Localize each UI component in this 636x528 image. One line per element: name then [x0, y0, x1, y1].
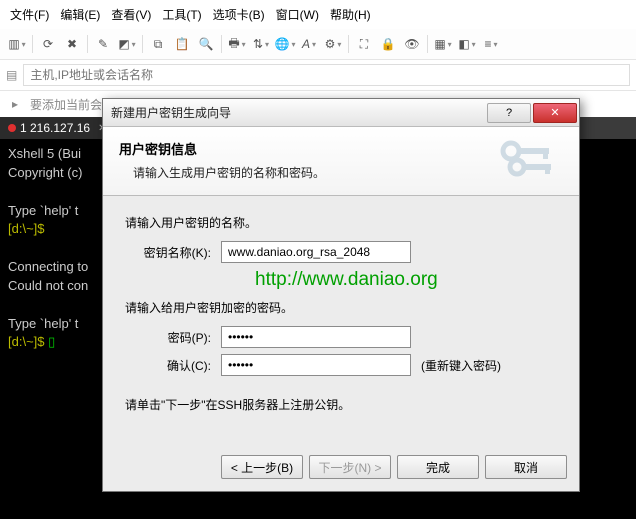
prompt-pass: 请输入给用户密钥加密的密码。 — [125, 299, 557, 316]
term-prompt: [d:\~]$ — [8, 334, 48, 349]
prompt-name: 请输入用户密钥的名称。 — [125, 214, 557, 231]
script-icon[interactable]: ⚙ — [322, 33, 344, 55]
cursor-icon: ▯ — [48, 334, 55, 349]
menu-window[interactable]: 窗口(W) — [272, 4, 323, 25]
address-bar: ▤ — [0, 60, 636, 91]
print-icon[interactable]: 🖶 — [226, 33, 248, 55]
menu-view[interactable]: 查看(V) — [107, 4, 155, 25]
globe-icon[interactable]: 🌐 — [274, 33, 296, 55]
new-session-icon[interactable]: ▥ — [6, 33, 28, 55]
menu-help[interactable]: 帮助(H) — [326, 4, 375, 25]
paste-icon[interactable]: 📋 — [171, 33, 193, 55]
dialog-body: 请输入用户密钥的名称。 密钥名称(K): http://www.daniao.o… — [103, 196, 579, 447]
eye-icon[interactable]: 👁 — [401, 33, 423, 55]
disconnect-icon[interactable]: ✖ — [61, 33, 83, 55]
layout-icon[interactable]: ▦ — [432, 33, 454, 55]
dialog-title: 新建用户密钥生成向导 — [111, 104, 485, 121]
add-session-icon[interactable]: ▸ — [6, 95, 24, 113]
finish-button[interactable]: 完成 — [397, 455, 479, 479]
info-text: 请单击"下一步"在SSH服务器上注册公钥。 — [125, 396, 557, 413]
dialog-titlebar[interactable]: 新建用户密钥生成向导 ? ✕ — [103, 99, 579, 127]
lock-icon[interactable]: 🔒 — [377, 33, 399, 55]
session-tab[interactable]: 1 216.127.16 ✕ — [0, 117, 116, 139]
menu-file[interactable]: 文件(F) — [6, 4, 53, 25]
toolbar: ▥ ⟳ ✖ ✎ ◩ ⧉ 📋 🔍 🖶 ⇅ 🌐 A ⚙ ⛶ 🔒 👁 ▦ ◧ ≡ — [0, 29, 636, 60]
back-button[interactable]: < 上一步(B) — [221, 455, 303, 479]
fullscreen-icon[interactable]: ⛶ — [353, 33, 375, 55]
menubar: 文件(F) 编辑(E) 查看(V) 工具(T) 选项卡(B) 窗口(W) 帮助(… — [0, 0, 636, 29]
transfer-icon[interactable]: ⇅ — [250, 33, 272, 55]
color-icon[interactable]: ◩ — [116, 33, 138, 55]
find-icon[interactable]: 🔍 — [195, 33, 217, 55]
reconnect-icon[interactable]: ⟳ — [37, 33, 59, 55]
label-password: 密码(P): — [125, 329, 221, 346]
tab-label: 1 216.127.16 — [20, 121, 90, 135]
font-icon[interactable]: A — [298, 33, 320, 55]
help-button[interactable]: ? — [487, 103, 531, 123]
dialog-footer: < 上一步(B) 下一步(N) > 完成 取消 — [103, 447, 579, 491]
confirm-input[interactable] — [221, 354, 411, 376]
copy-icon[interactable]: ⧉ — [147, 33, 169, 55]
cancel-button[interactable]: 取消 — [485, 455, 567, 479]
session-icon: ▤ — [6, 68, 17, 82]
menu-tabs[interactable]: 选项卡(B) — [209, 4, 269, 25]
watermark-text: http://www.daniao.org — [255, 269, 557, 291]
confirm-hint: (重新键入密码) — [421, 357, 501, 374]
label-keyname: 密钥名称(K): — [125, 244, 221, 261]
panel-icon[interactable]: ◧ — [456, 33, 478, 55]
keyname-input[interactable] — [221, 241, 411, 263]
menu-tools[interactable]: 工具(T) — [158, 4, 205, 25]
more-icon[interactable]: ≡ — [480, 33, 502, 55]
dialog-banner: 用户密钥信息 请输入生成用户密钥的名称和密码。 — [103, 127, 579, 196]
close-button[interactable]: ✕ — [533, 103, 577, 123]
properties-icon[interactable]: ✎ — [92, 33, 114, 55]
key-wizard-dialog: 新建用户密钥生成向导 ? ✕ 用户密钥信息 请输入生成用户密钥的名称和密码。 请… — [102, 98, 580, 492]
status-dot-icon — [8, 124, 16, 132]
password-input[interactable] — [221, 326, 411, 348]
menu-edit[interactable]: 编辑(E) — [56, 4, 104, 25]
address-input[interactable] — [23, 64, 630, 86]
keys-icon — [495, 137, 565, 185]
label-confirm: 确认(C): — [125, 357, 221, 374]
next-button: 下一步(N) > — [309, 455, 391, 479]
